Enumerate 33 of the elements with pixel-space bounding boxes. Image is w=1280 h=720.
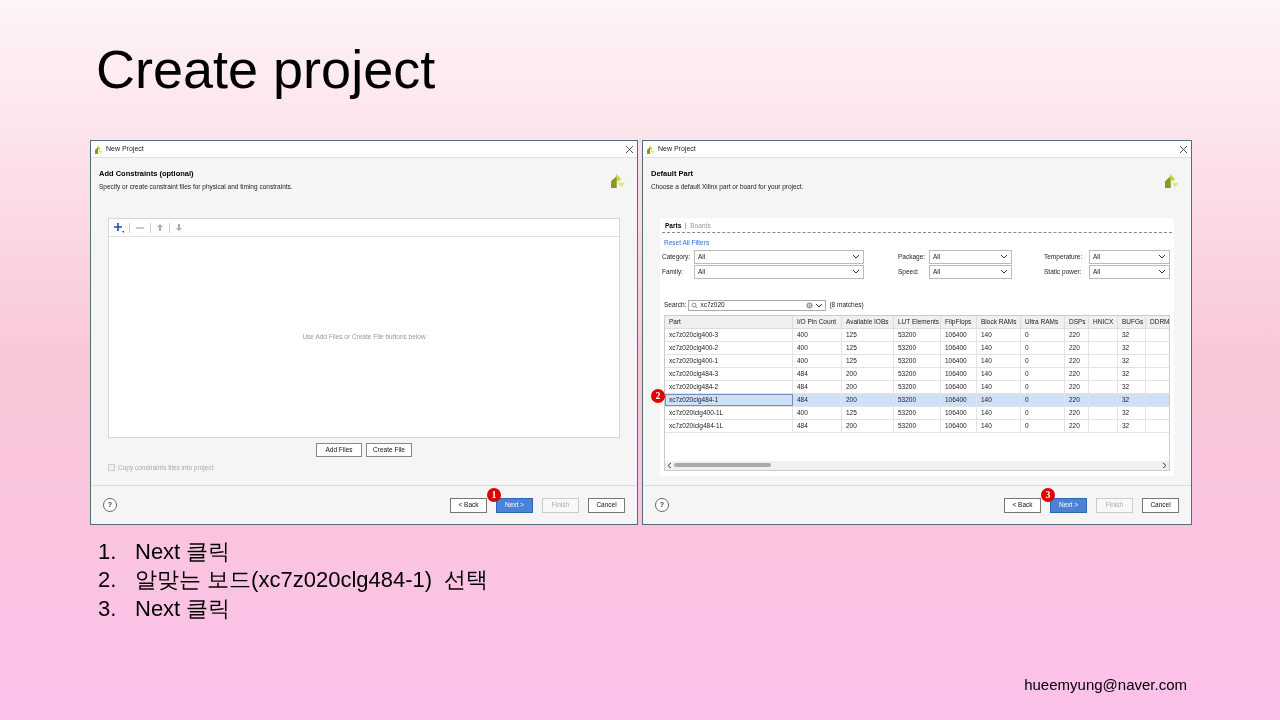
chevron-down-icon <box>815 302 824 308</box>
step-badge: 2 <box>651 389 665 403</box>
logo-icon <box>610 173 625 188</box>
close-icon <box>625 144 634 154</box>
search-icon <box>691 301 699 309</box>
step-text: Next 클릭 <box>135 537 231 566</box>
step-text: Next 클릭 <box>135 594 231 623</box>
logo-icon <box>1164 173 1179 188</box>
list-number: 2. <box>98 566 118 595</box>
chevron-down-icon <box>1158 269 1166 275</box>
add-icon <box>113 222 124 233</box>
move-down-icon <box>175 223 183 232</box>
move-up-icon <box>156 223 164 232</box>
clear-icon <box>806 301 814 309</box>
close-icon <box>1179 144 1188 154</box>
step-badge: 1 <box>487 487 501 502</box>
list-number: 1. <box>98 537 118 566</box>
step-badge: 3 <box>1041 487 1055 502</box>
scrollbar-thumb[interactable] <box>674 463 771 468</box>
horizontal-scrollbar[interactable] <box>665 460 1169 470</box>
step-text: 알맞는 보드(xc7z020clg484-1) 선택 <box>135 566 489 595</box>
list-number: 3. <box>98 594 118 623</box>
logo-icon <box>94 144 103 154</box>
chevron-down-icon <box>852 254 860 260</box>
chevron-down-icon <box>1158 254 1166 260</box>
email-address: hueemyung@naver.com <box>1024 675 1187 695</box>
chevron-down-icon <box>1000 254 1008 260</box>
chevron-down-icon <box>1000 269 1008 275</box>
chevron-down-icon <box>852 269 860 275</box>
scroll-right-icon <box>1162 461 1167 469</box>
logo-icon <box>646 144 655 154</box>
scroll-left-icon <box>667 461 672 469</box>
slide-title: Create project <box>96 38 437 101</box>
